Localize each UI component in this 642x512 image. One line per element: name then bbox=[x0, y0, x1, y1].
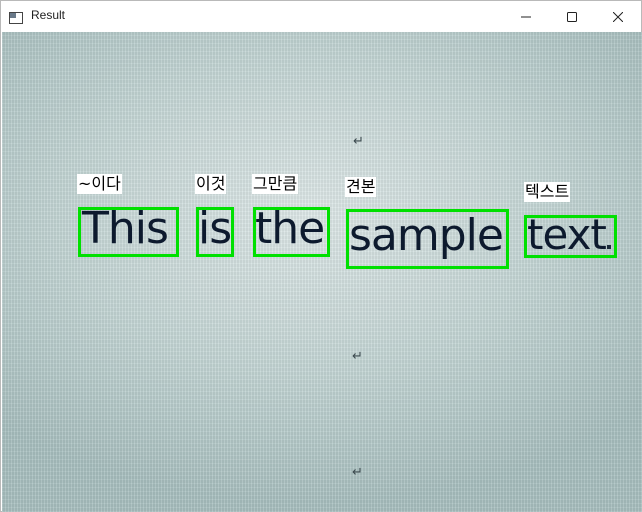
window-title: Result bbox=[31, 8, 66, 22]
result-image: ↵ ↵ ↵ ~이다 This 이것 is 그만큼 the 견본 sample 텍… bbox=[2, 32, 642, 512]
translation-label: 견본 bbox=[345, 177, 377, 197]
translation-label: 텍스트 bbox=[524, 182, 571, 202]
return-mark: ↵ bbox=[352, 349, 363, 364]
return-mark: ↵ bbox=[353, 134, 364, 149]
word-bounding-box bbox=[346, 209, 509, 269]
result-window: Result ↵ ↵ ↵ ~이다 This 이것 is 그만큼 the 견본 s… bbox=[0, 0, 642, 512]
translation-label: 그만큼 bbox=[252, 174, 299, 194]
minimize-button[interactable] bbox=[503, 1, 549, 31]
close-button[interactable] bbox=[595, 1, 641, 31]
title-bar[interactable]: Result bbox=[1, 1, 641, 31]
word-bounding-box bbox=[78, 207, 179, 257]
maximize-button[interactable] bbox=[549, 1, 595, 31]
return-mark: ↵ bbox=[352, 465, 363, 480]
period-mark bbox=[607, 245, 611, 249]
maximize-icon bbox=[567, 7, 577, 26]
window-app-icon bbox=[9, 9, 23, 24]
word-bounding-box bbox=[524, 215, 617, 258]
close-icon bbox=[612, 7, 624, 26]
translation-label: 이것 bbox=[195, 174, 227, 194]
minimize-icon bbox=[521, 7, 531, 26]
word-bounding-box bbox=[196, 207, 234, 257]
translation-label: ~이다 bbox=[77, 174, 122, 194]
word-bounding-box bbox=[253, 207, 330, 257]
